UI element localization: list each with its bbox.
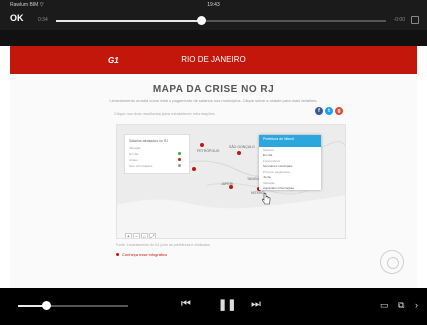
- share-label: Clique nos dois resultados para estabele…: [114, 111, 215, 116]
- zoom-out-button[interactable]: −: [133, 233, 140, 238]
- legend-row: Situação: [129, 146, 141, 150]
- player-top-bar: OK 0:34 -0:00: [0, 10, 427, 30]
- scrubber[interactable]: [56, 16, 386, 25]
- map-controls: + − ⌂ ⤢: [125, 225, 157, 238]
- map-pin[interactable]: [229, 185, 233, 189]
- globo-watermark-icon: [380, 250, 404, 274]
- crisis-map: Salários atrasados no RJ Situação Em dia…: [116, 124, 346, 239]
- time-remaining: -0:00: [393, 17, 405, 23]
- player-bottom-bar: ⏮ ❚❚ ⏭ ▭ ⧉ ›: [0, 288, 427, 325]
- infographic-link[interactable]: Conheça esse infográfico: [122, 252, 167, 257]
- video-frame[interactable]: G1 RIO DE JANEIRO MAPA DA CRISE NO RJ Le…: [0, 30, 427, 288]
- status-bar: Rawlum BIM ▽ 19:43: [0, 0, 427, 10]
- popup-header: Prefeitura de Niterói: [259, 135, 321, 147]
- scrubber-fill: [56, 20, 202, 22]
- googleplus-icon: g: [335, 107, 343, 115]
- map-pin[interactable]: [237, 151, 241, 155]
- legend-swatch: [178, 158, 181, 161]
- city-popup: Prefeitura de Niterói Salários Em dia Fu…: [259, 135, 321, 190]
- zoom-in-button[interactable]: +: [125, 233, 132, 238]
- fullscreen-button[interactable]: ⤢: [149, 233, 156, 238]
- pip-icon[interactable]: ⧉: [398, 300, 404, 311]
- place-label: SÃO GONÇALO: [229, 145, 255, 149]
- site-header: G1 RIO DE JANEIRO: [10, 46, 417, 74]
- page-subtitle: Levantamento mostra como está o pagament…: [109, 98, 318, 103]
- airplay-icon[interactable]: ▭: [380, 300, 389, 311]
- legend-row: Sem informações: [129, 164, 153, 168]
- aspect-icon[interactable]: [411, 16, 419, 24]
- section-title: RIO DE JANEIRO: [181, 55, 246, 64]
- bullet-icon: [116, 253, 119, 256]
- hand-cursor-icon: [262, 193, 271, 205]
- infographic-page: MAPA DA CRISE NO RJ Levantamento mostra …: [10, 74, 417, 288]
- home-button[interactable]: ⌂: [141, 233, 148, 238]
- time-elapsed: 0:34: [38, 17, 48, 23]
- more-icon[interactable]: ›: [415, 300, 418, 310]
- previous-icon[interactable]: ⏮: [181, 298, 191, 311]
- twitter-icon: t: [325, 107, 333, 115]
- source-note: Fonte: Levantamento do G1 junto às prefe…: [116, 243, 210, 247]
- next-icon[interactable]: ⏭: [251, 298, 261, 311]
- legend-row: Em dia: [129, 152, 139, 156]
- popup-value: Aguardam informações: [263, 186, 295, 190]
- volume-knob[interactable]: [41, 301, 51, 310]
- place-label: PETRÓPOLIS: [197, 149, 220, 153]
- legend-swatch: [178, 152, 181, 155]
- legend-title: Salários atrasados no RJ: [129, 139, 169, 143]
- facebook-icon: f: [315, 107, 323, 115]
- map-pin[interactable]: [200, 143, 204, 147]
- scrubber-knob[interactable]: [197, 16, 207, 25]
- page-title: MAPA DA CRISE NO RJ: [152, 84, 275, 95]
- volume-slider[interactable]: [18, 301, 128, 310]
- legend-swatch: [178, 164, 181, 167]
- done-button[interactable]: OK: [10, 13, 24, 23]
- clock: 19:43: [207, 2, 220, 8]
- legend-row: Atraso: [129, 158, 138, 162]
- map-legend: Salários atrasados no RJ Situação Em dia…: [124, 134, 190, 174]
- map-pin[interactable]: [192, 167, 196, 171]
- pause-icon[interactable]: ❚❚: [218, 298, 236, 311]
- letterbox-band: [0, 30, 427, 46]
